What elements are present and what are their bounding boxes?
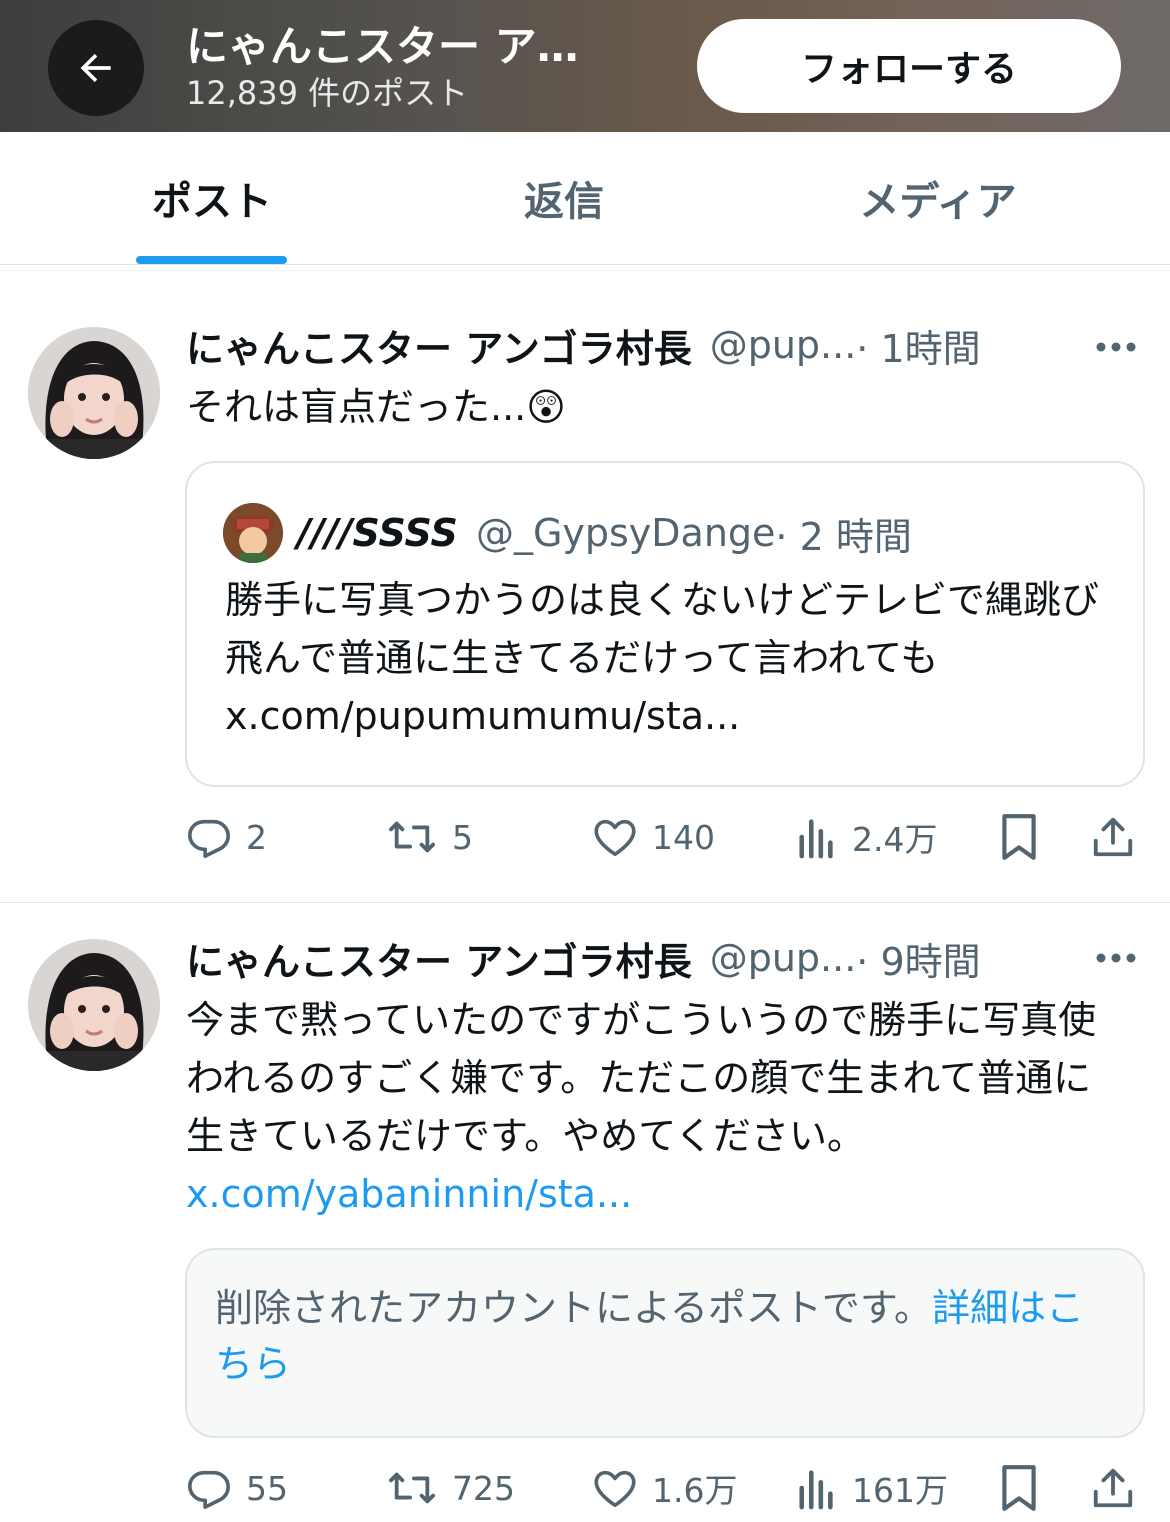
share-icon xyxy=(1093,817,1133,857)
reply-button[interactable]: 2 xyxy=(186,807,267,867)
more-icon[interactable] xyxy=(1094,951,1138,965)
bookmark-icon xyxy=(1002,814,1036,860)
bookmark-button[interactable] xyxy=(998,1458,1054,1518)
repost-icon xyxy=(388,1472,435,1504)
like-count: 140 xyxy=(652,817,715,857)
like-button[interactable]: 1.6万 xyxy=(592,1458,737,1518)
post-link[interactable]: x.com/yabaninnin/sta... xyxy=(186,1172,632,1216)
repost-icon xyxy=(388,821,435,853)
like-count: 1.6万 xyxy=(652,1471,738,1510)
active-tab-indicator xyxy=(136,256,287,264)
post-body: 今まで黙っていたのですがこういうので勝手に写真使われるのすごく嫌です。ただこの顔… xyxy=(186,998,1097,1158)
author-handle[interactable]: @pup... xyxy=(710,936,857,980)
profile-tabs: ポスト 返信 メディア xyxy=(0,132,1170,264)
quote-text: 勝手に写真つかうのは良くないけどテレビで縄跳び飛んで普通に生きてるだけって言われ… xyxy=(225,578,1100,738)
avatar[interactable] xyxy=(28,939,160,1071)
post-actions: 2 5 140 2.4万 xyxy=(0,807,1170,867)
post-divider xyxy=(0,902,1170,903)
reply-icon xyxy=(188,819,230,858)
quote-header: ////SSSS @_GypsyDange · 2 時間 xyxy=(223,501,912,565)
quoted-post[interactable]: ////SSSS @_GypsyDange · 2 時間 勝手に写真つかうのは良… xyxy=(185,461,1145,787)
view-count: 161万 xyxy=(852,1471,948,1510)
repost-button[interactable]: 5 xyxy=(386,807,473,867)
post-time[interactable]: · 1時間 xyxy=(856,318,980,373)
share-icon xyxy=(1093,1468,1133,1508)
views-icon xyxy=(799,1470,833,1510)
author-handle[interactable]: @pup... xyxy=(710,323,857,367)
deleted-message: 削除されたアカウントによるポストです。 xyxy=(215,1286,933,1330)
avatar-image xyxy=(28,939,160,1071)
tab-posts[interactable]: ポスト xyxy=(60,132,364,264)
profile-name: にゃんこスター ア… xyxy=(186,22,579,71)
reply-icon xyxy=(188,1470,230,1509)
post-actions: 55 725 1.6万 161万 xyxy=(0,1458,1170,1518)
quote-time: · 2 時間 xyxy=(775,514,912,559)
views-button[interactable]: 161万 xyxy=(796,1458,948,1518)
emoji: 😲 xyxy=(526,385,566,429)
repost-count: 725 xyxy=(452,1468,515,1508)
author-name[interactable]: にゃんこスター アンゴラ村長 xyxy=(186,931,692,986)
quote-author-handle: @_GypsyDange xyxy=(475,511,776,555)
avatar-image xyxy=(28,327,160,459)
post-text: それは盲点だった...😲 xyxy=(186,378,1126,436)
post-count: 12,839 件のポスト xyxy=(186,74,469,112)
share-button[interactable] xyxy=(1090,807,1150,867)
tab-replies[interactable]: 返信 xyxy=(412,132,716,264)
tabs-divider-secondary xyxy=(0,270,1170,271)
more-icon[interactable] xyxy=(1094,340,1138,354)
avatar[interactable] xyxy=(28,327,160,459)
deleted-notice-text: 削除されたアカウントによるポストです。詳細はこちら xyxy=(215,1280,1115,1392)
repost-count: 5 xyxy=(452,817,473,857)
quote-avatar xyxy=(223,503,283,563)
quote-avatar-image xyxy=(223,503,283,563)
like-icon xyxy=(594,1470,636,1508)
reply-count: 55 xyxy=(246,1468,288,1508)
reply-button[interactable]: 55 xyxy=(186,1458,288,1518)
post-time[interactable]: · 9時間 xyxy=(856,931,980,986)
post-header: にゃんこスター アンゴラ村長 @pup... · 1時間 xyxy=(186,317,981,373)
follow-button[interactable]: フォローする xyxy=(697,19,1121,113)
back-button[interactable] xyxy=(48,20,144,116)
bookmark-icon xyxy=(1002,1465,1036,1511)
repost-button[interactable]: 725 xyxy=(386,1458,515,1518)
post-body: それは盲点だった... xyxy=(186,385,527,429)
views-icon xyxy=(799,819,833,859)
like-button[interactable]: 140 xyxy=(592,807,715,867)
reply-count: 2 xyxy=(246,817,267,857)
view-count: 2.4万 xyxy=(852,820,938,859)
quote-author-name: ////SSSS xyxy=(297,511,458,555)
like-icon xyxy=(594,819,636,857)
views-button[interactable]: 2.4万 xyxy=(796,807,937,867)
deleted-quote-notice: 削除されたアカウントによるポストです。詳細はこちら xyxy=(185,1248,1145,1438)
author-name[interactable]: にゃんこスター アンゴラ村長 xyxy=(186,318,692,373)
profile-header: にゃんこスター ア… 12,839 件のポスト フォローする xyxy=(0,0,1170,132)
share-button[interactable] xyxy=(1090,1458,1150,1518)
post-header: にゃんこスター アンゴラ村長 @pup... · 9時間 xyxy=(186,930,981,986)
back-arrow-icon xyxy=(80,53,111,83)
bookmark-button[interactable] xyxy=(998,807,1054,867)
post-text: 今まで黙っていたのですがこういうので勝手に写真使われるのすごく嫌です。ただこの顔… xyxy=(186,991,1126,1223)
tab-media[interactable]: メディア xyxy=(786,132,1090,264)
tabs-divider xyxy=(0,264,1170,265)
